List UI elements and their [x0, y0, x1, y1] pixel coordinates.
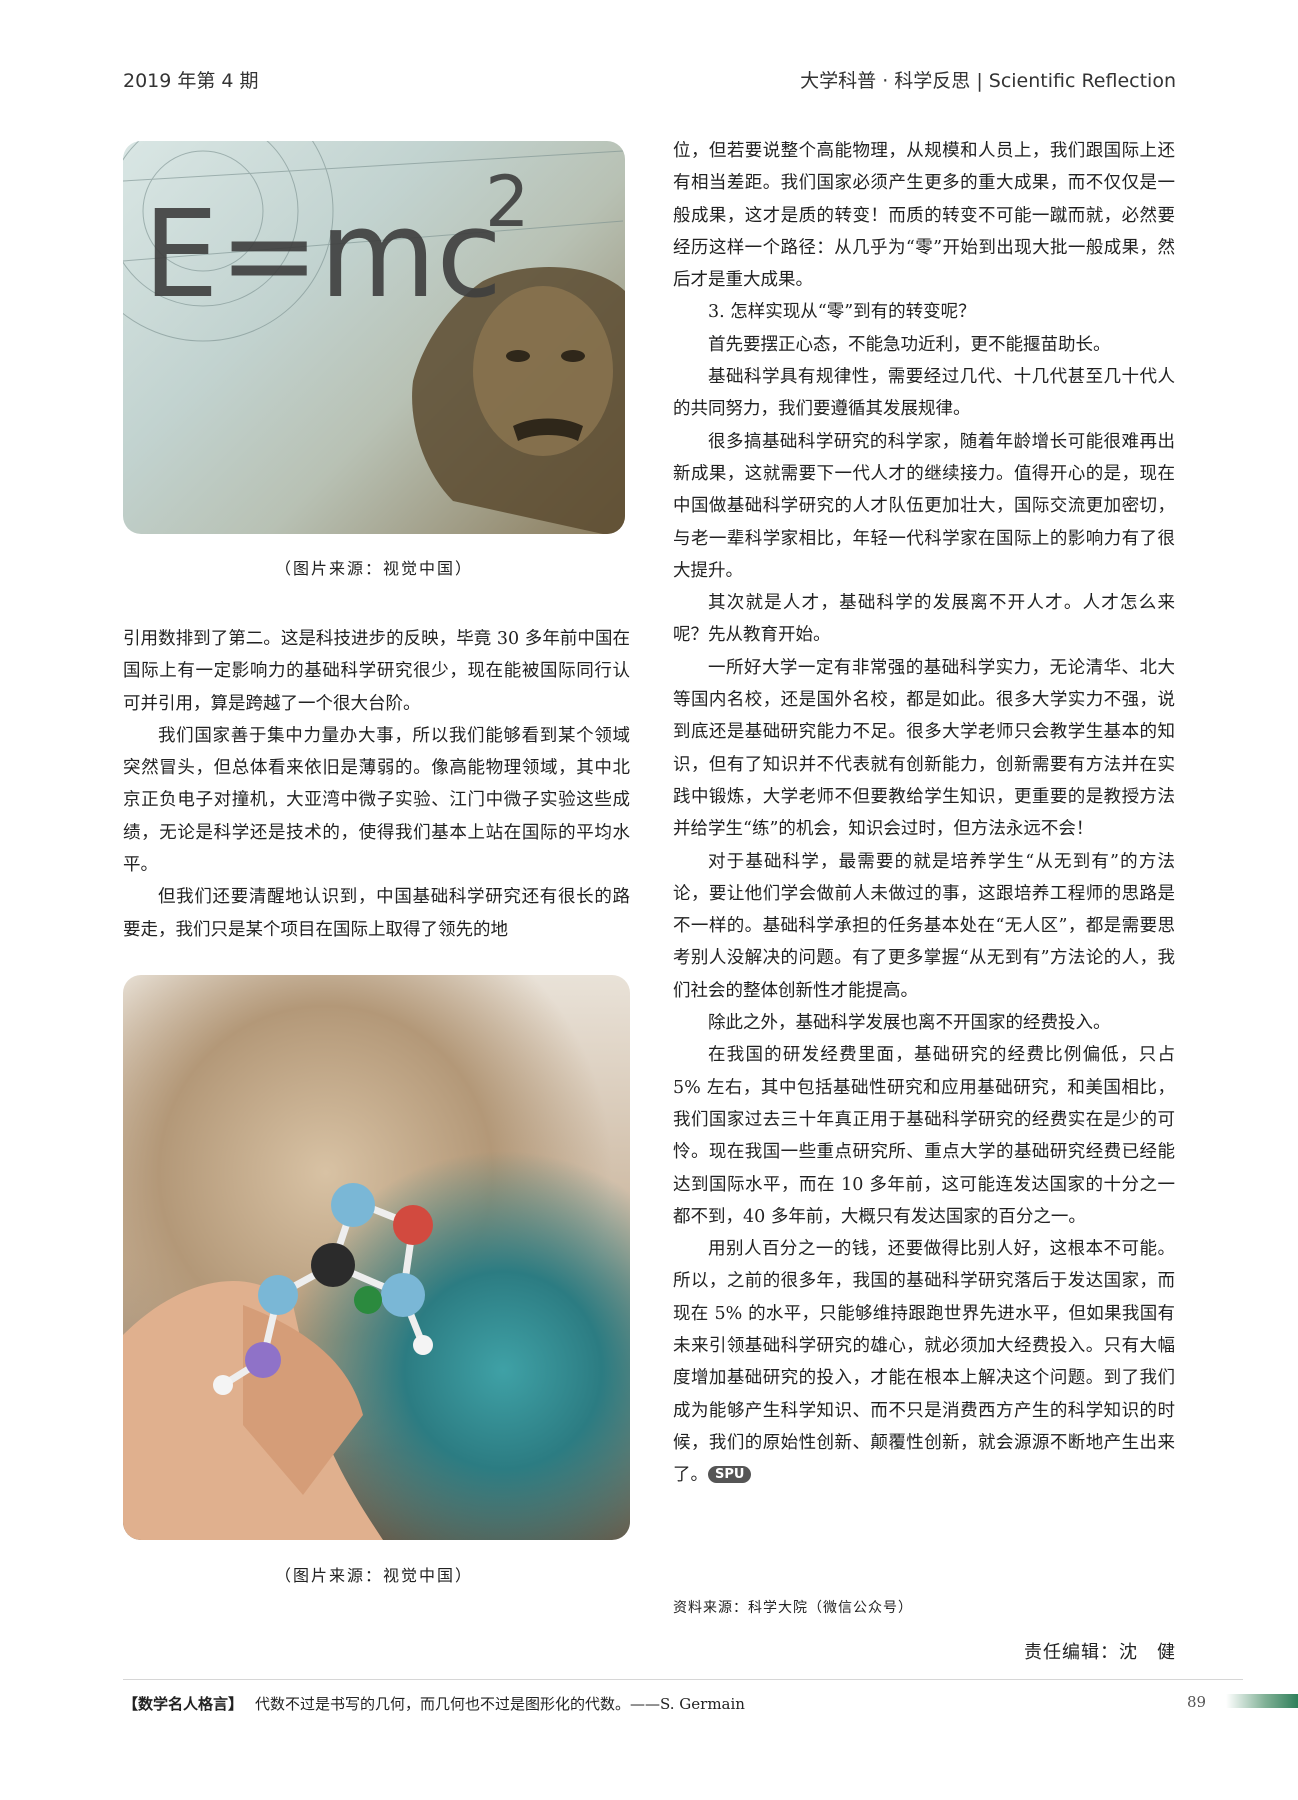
paragraph: 位，但若要说整个高能物理，从规模和人员上，我们跟国际上还有相当差距。我们国家必须… — [673, 141, 1175, 291]
subheading: 3. 怎样实现从“零”到有的转变呢？ — [708, 302, 976, 323]
editor-credit: 责任编辑：沈 健 — [1024, 1642, 1176, 1663]
right-column-text: 位，但若要说整个高能物理，从规模和人员上，我们跟国际上还有相当差距。我们国家必须… — [673, 135, 1175, 1491]
page-accent-bar — [1226, 1694, 1298, 1708]
page-number: 89 — [1187, 1693, 1207, 1711]
einstein-illustration: E=mc 2 — [123, 141, 625, 534]
svg-text:2: 2 — [485, 161, 530, 243]
figure-caption: （图片来源：视觉中国） — [274, 559, 473, 578]
molecule-illustration — [123, 1183, 433, 1540]
paragraph: 在我国的研发经费里面，基础研究的经费比例偏低，只占 5% 左右，其中包括基础性研… — [673, 1045, 1175, 1227]
paragraph: 其次就是人才，基础科学的发展离不开人才。人才怎么来呢？先从教育开始。 — [673, 593, 1175, 646]
section-title: 大学科普 · 科学反思 | Scientific Reflection — [800, 70, 1176, 92]
quote-text: 代数不过是书写的几何，而几何也不过是图形化的代数。——S. Germain — [255, 1695, 745, 1713]
paragraph: 用别人百分之一的钱，还要做得比别人好，这根本不可能。所以，之前的很多年，我国的基… — [673, 1233, 1175, 1491]
paragraph: 基础科学具有规律性，需要经过几代、十几代甚至几十代人的共同努力，我们要遵循其发展… — [673, 367, 1175, 420]
paragraph: 我们国家善于集中力量办大事，所以我们能够看到某个领域突然冒头，但总体看来依旧是薄… — [123, 725, 630, 876]
svg-text:E=mc: E=mc — [143, 186, 502, 325]
paragraph: 但我们还要清醒地认识到，中国基础科学研究还有很长的路要走，我们只是某个项目在国际… — [123, 887, 630, 940]
paragraph: 除此之外，基础科学发展也离不开国家的经费投入。 — [708, 1013, 1111, 1034]
paragraph-text: 用别人百分之一的钱，还要做得比别人好，这根本不可能。所以，之前的很多年，我国的基… — [673, 1239, 1175, 1486]
paragraph: 很多搞基础科学研究的科学家，随着年龄增长可能很难再出新成果，这就需要下一代人才的… — [673, 431, 1175, 581]
quote-tag: 【数学名人格言】 — [123, 1695, 244, 1713]
paragraph: 一所好大学一定有非常强的基础科学实力，无论清华、北大等国内名校，还是国外名校，都… — [673, 657, 1175, 840]
paragraph: 对于基础科学，最需要的就是培养学生“从无到有”的方法论，要让他们学会做前人未做过… — [673, 851, 1175, 1001]
paragraph: 引用数排到了第二。这是科技进步的反映，毕竟 30 多年前中国在国际上有一定影响力… — [123, 629, 630, 714]
einstein-emc2-image: E=mc 2 — [123, 141, 625, 534]
spu-end-badge: SPU — [708, 1466, 752, 1484]
figure-caption: （图片来源：视觉中国） — [274, 1566, 473, 1585]
issue-label: 2019 年第 4 期 — [123, 70, 259, 92]
footer-quote: 【数学名人格言】 代数不过是书写的几何，而几何也不过是图形化的代数。——S. Ge… — [123, 1693, 745, 1714]
left-column-text: 引用数排到了第二。这是科技进步的反映，毕竟 30 多年前中国在国际上有一定影响力… — [123, 623, 630, 946]
molecule-model-image — [123, 975, 630, 1540]
paragraph: 首先要摆正心态，不能急功近利，更不能揠苗助长。 — [708, 334, 1111, 355]
source-note: 资料来源：科学大院（微信公众号） — [673, 1600, 913, 1616]
footer-divider — [123, 1679, 1243, 1680]
